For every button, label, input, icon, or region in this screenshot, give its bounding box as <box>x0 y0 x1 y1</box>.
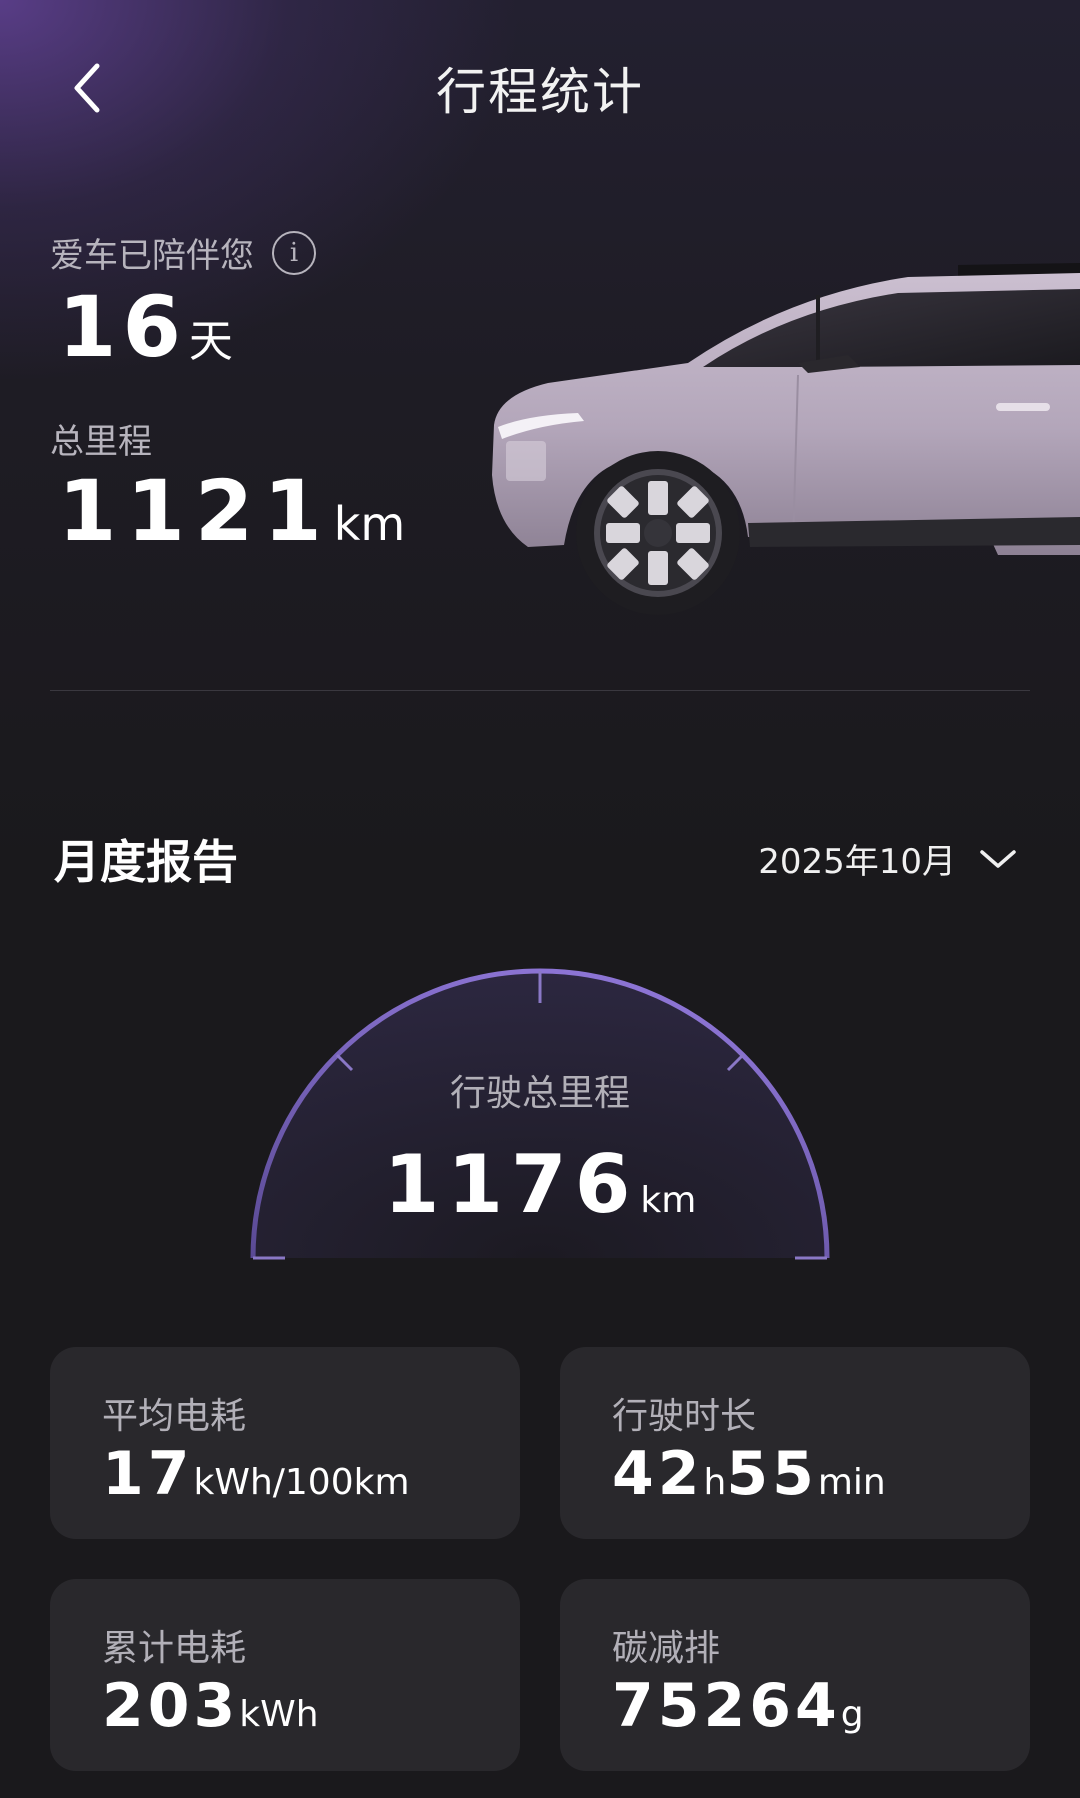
days-number: 16 <box>58 278 187 376</box>
stat-label: 行驶时长 <box>612 1396 757 1437</box>
stat-card-driving-time: 行驶时长 42 h 55 min <box>560 1347 1030 1539</box>
stat-value: 17 kWh/100km <box>102 1439 410 1509</box>
monthly-report-title: 月度报告 <box>54 835 238 889</box>
stat-minutes-unit: min <box>817 1462 886 1503</box>
selected-month: 2025年10月 <box>758 842 956 882</box>
stat-card-avg-consumption: 平均电耗 17 kWh/100km <box>50 1347 520 1539</box>
companion-label-text: 爱车已陪伴您 <box>50 236 254 276</box>
stat-hours: 42 <box>612 1439 704 1509</box>
stat-number: 17 <box>102 1439 194 1509</box>
stat-number: 203 <box>102 1671 240 1741</box>
stat-label: 平均电耗 <box>102 1396 247 1437</box>
stat-value: 75264 g <box>612 1671 864 1741</box>
section-divider <box>50 690 1030 691</box>
info-icon[interactable]: i <box>272 230 316 275</box>
gauge-unit: km <box>640 1180 697 1221</box>
stat-unit: kWh/100km <box>193 1462 410 1503</box>
companion-days-value: 16 天 <box>58 278 233 376</box>
companion-days-label: 爱车已陪伴您 i <box>50 228 316 277</box>
stat-number: 75264 <box>612 1671 841 1741</box>
chevron-down-icon <box>980 849 1016 868</box>
stat-label: 碳减排 <box>612 1628 721 1669</box>
stat-hours-unit: h <box>703 1462 727 1503</box>
stat-unit: g <box>840 1694 864 1735</box>
page-title: 行程统计 <box>436 63 644 121</box>
total-mileage-label: 总里程 <box>50 422 152 462</box>
mileage-number: 1121 <box>58 462 332 560</box>
gauge-number: 1176 <box>383 1138 639 1231</box>
mileage-unit: km <box>333 497 406 551</box>
stat-value: 42 h 55 min <box>612 1439 886 1509</box>
header: 行程统计 <box>0 0 1080 175</box>
car-image <box>492 263 1080 615</box>
gauge-label: 行驶总里程 <box>449 1073 630 1114</box>
month-selector[interactable]: 2025年10月 <box>758 834 1018 883</box>
stat-minutes: 55 <box>726 1439 818 1509</box>
stat-card-carbon-reduction: 碳减排 75264 g <box>560 1579 1030 1771</box>
gauge-value: 1176 km <box>0 1138 1080 1231</box>
total-mileage-value: 1121 km <box>58 462 405 560</box>
stat-card-total-consumption: 累计电耗 203 kWh <box>50 1579 520 1771</box>
stat-value: 203 kWh <box>102 1671 319 1741</box>
stat-unit: kWh <box>239 1694 319 1735</box>
days-unit: 天 <box>188 316 233 367</box>
stat-label: 累计电耗 <box>102 1628 247 1669</box>
